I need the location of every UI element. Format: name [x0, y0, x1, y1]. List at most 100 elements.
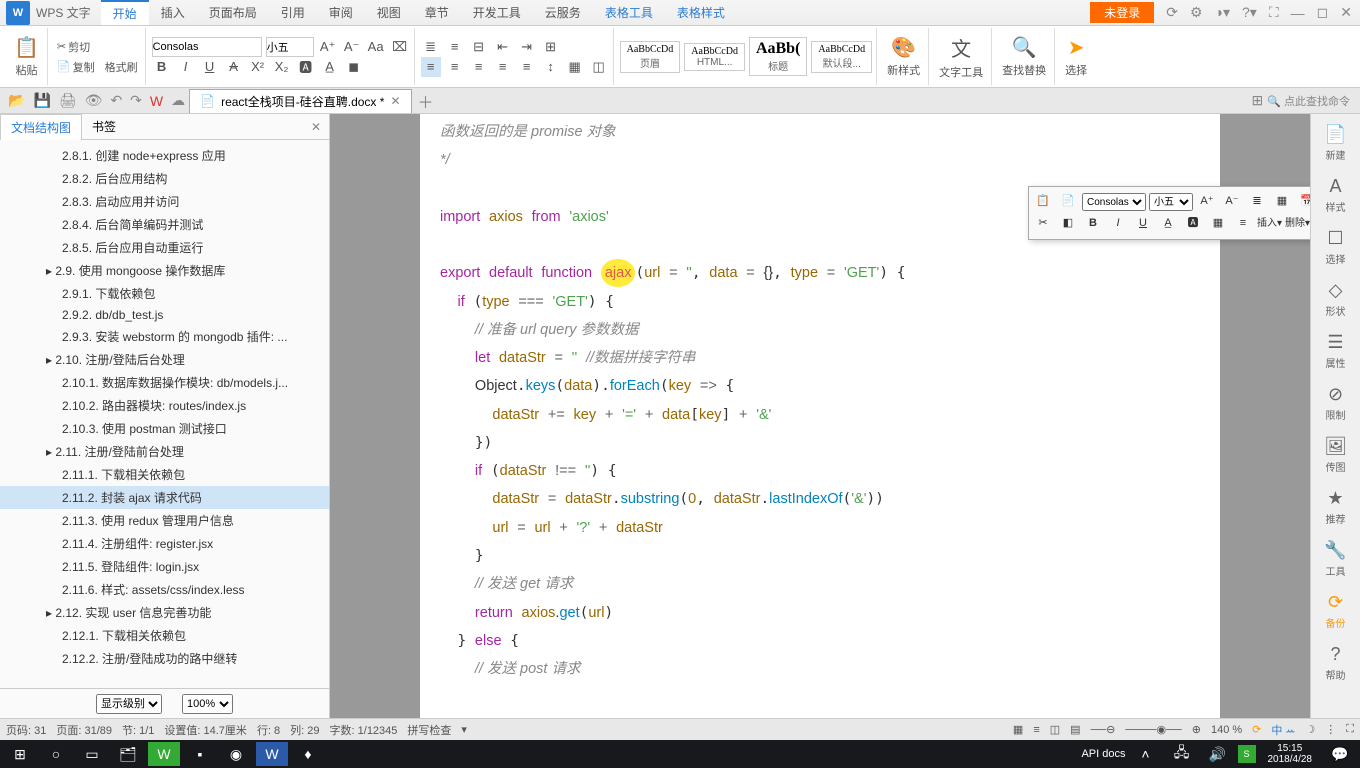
close-icon[interactable]: ✕ [1340, 4, 1352, 21]
text-tool-button[interactable]: 文文字工具 [935, 31, 987, 82]
sb-view3-icon[interactable]: ◫ [1050, 723, 1060, 736]
sb-chars[interactable]: 字数: 1/12345 [330, 722, 398, 738]
tree-item[interactable]: 2.12.2. 注册/登陆成功的路中继转 [0, 647, 329, 670]
print-icon[interactable]: 🖨 [59, 92, 77, 109]
doc-tab-active[interactable]: 📄 react全栈项目-硅谷直聘.docx * ✕ [189, 89, 411, 113]
rp-props[interactable]: ☰属性 [1316, 328, 1356, 374]
bullets-button[interactable]: ≣ [421, 37, 441, 57]
undo-icon[interactable]: ↶ [110, 92, 122, 109]
mini-calendar-icon[interactable]: 📅 [1296, 192, 1310, 212]
highlight-color-button[interactable]: 🅰 [296, 57, 316, 77]
sb-pages[interactable]: 页面: 31/89 [56, 722, 112, 738]
select-button[interactable]: ➤选择 [1061, 33, 1091, 80]
tree-item[interactable]: 2.11.1. 下载相关依赖包 [0, 463, 329, 486]
underline-button[interactable]: U [200, 57, 220, 77]
increase-indent-button[interactable]: ⇥ [517, 37, 537, 57]
sync-icon[interactable]: ⟳ [1166, 4, 1178, 21]
mini-copy-icon[interactable]: 📋 [1032, 192, 1054, 212]
wps-icon[interactable]: W [150, 93, 163, 109]
tree-item[interactable]: 2.11.3. 使用 redux 管理用户信息 [0, 509, 329, 532]
superscript-button[interactable]: X² [248, 57, 268, 77]
font-size-select[interactable] [266, 37, 314, 57]
tree-item[interactable]: 2.8.3. 启动应用并访问 [0, 190, 329, 213]
tree-item[interactable]: ▸ 2.12. 实现 user 信息完善功能 [0, 601, 329, 624]
rp-recommend[interactable]: ★推荐 [1316, 484, 1356, 530]
wps-taskbar-icon[interactable]: W [256, 742, 288, 766]
sb-zoom-out-icon[interactable]: ──⊖ [1091, 723, 1116, 736]
mini-delete-button[interactable]: 删除▾ [1285, 214, 1310, 234]
redo-icon[interactable]: ↷ [130, 92, 142, 109]
sb-ime-icon[interactable]: ⟳ [1252, 723, 1261, 736]
save-icon[interactable]: 💾 [33, 92, 50, 109]
chrome-icon[interactable]: ◉ [220, 742, 252, 766]
mini-align-icon[interactable]: ≡ [1232, 214, 1254, 234]
tree-item[interactable]: 2.8.4. 后台简单编码并测试 [0, 213, 329, 236]
tree-item[interactable]: 2.12.1. 下载相关依赖包 [0, 624, 329, 647]
sb-view1-icon[interactable]: ▦ [1013, 723, 1023, 736]
tree-item[interactable]: 2.9.3. 安装 webstorm 的 mongodb 插件: ... [0, 325, 329, 348]
tree-item[interactable]: 2.10.2. 路由器模块: routes/index.js [0, 394, 329, 417]
italic-button[interactable]: I [176, 57, 196, 77]
style-html[interactable]: AaBbCcDdHTML... [684, 43, 745, 71]
menu-tab-ref[interactable]: 引用 [269, 0, 317, 25]
terminal-icon[interactable]: ▪ [184, 742, 216, 766]
sb-view2-icon[interactable]: ≡ [1033, 724, 1039, 736]
new-style-button[interactable]: 🎨新样式 [883, 33, 924, 80]
menu-tab-tablestyle[interactable]: 表格样式 [665, 0, 737, 25]
menu-tab-dev[interactable]: 开发工具 [461, 0, 533, 25]
menu-tab-section[interactable]: 章节 [413, 0, 461, 25]
taskbar-clock[interactable]: 15:152018/4/28 [1260, 743, 1321, 765]
copy-button[interactable]: 📄 复制 [54, 58, 98, 76]
sb-row[interactable]: 行: 8 [257, 722, 280, 738]
rp-upload[interactable]: 🖼传图 [1316, 432, 1356, 478]
style-title[interactable]: AaBb(标题 [749, 37, 807, 76]
tree-item[interactable]: 2.8.2. 后台应用结构 [0, 167, 329, 190]
notifications-icon[interactable]: 💬 [1324, 742, 1356, 766]
tree-item[interactable]: 2.11.5. 登陆组件: login.jsx [0, 555, 329, 578]
tab-close-icon[interactable]: ✕ [390, 94, 400, 108]
find-replace-button[interactable]: 🔍查找替换 [998, 33, 1050, 80]
tree-item[interactable]: 2.8.1. 创建 node+express 应用 [0, 144, 329, 167]
align-center-button[interactable]: ≡ [445, 57, 465, 77]
sidebar-tab-bookmark[interactable]: 书签 [82, 114, 126, 139]
mini-cut-icon[interactable]: ✂ [1032, 214, 1054, 234]
tree-item[interactable]: 2.9.1. 下载依赖包 [0, 282, 329, 305]
mini-eraser-icon[interactable]: ◧ [1057, 214, 1079, 234]
multilevel-button[interactable]: ⊟ [469, 37, 489, 57]
mini-shrink-icon[interactable]: A⁻ [1221, 192, 1243, 212]
rp-style[interactable]: A样式 [1316, 172, 1356, 218]
decrease-indent-button[interactable]: ⇤ [493, 37, 513, 57]
maximize-icon[interactable]: ◻ [1317, 4, 1329, 21]
tray-ime-icon[interactable]: S [1238, 745, 1256, 763]
sb-fullscreen-icon[interactable]: ⛶ [1346, 723, 1354, 736]
open-icon[interactable]: 📂 [8, 92, 25, 109]
tray-up-icon[interactable]: ˄ [1130, 742, 1162, 766]
mini-table-icon[interactable]: ▦ [1271, 192, 1293, 212]
tree-item[interactable]: 2.11.6. 样式: assets/css/index.less [0, 578, 329, 601]
rp-help[interactable]: ?帮助 [1316, 640, 1356, 686]
mini-insert-button[interactable]: 插入▾ [1257, 214, 1282, 234]
font-color-button[interactable]: A̲ [320, 57, 340, 77]
mini-font-select[interactable]: Consolas [1082, 193, 1146, 211]
menu-tab-insert[interactable]: 插入 [149, 0, 197, 25]
sidebar-zoom[interactable]: 100% [182, 694, 233, 714]
tab-add-icon[interactable]: ＋ [418, 89, 434, 113]
sb-col[interactable]: 列: 29 [290, 722, 319, 738]
font-name-select[interactable] [152, 37, 262, 57]
tree-item[interactable]: 2.11.2. 封装 ajax 请求代码 [0, 486, 329, 509]
cortana-icon[interactable]: ○ [40, 742, 72, 766]
mini-underline-icon[interactable]: U [1132, 214, 1154, 234]
numbering-button[interactable]: ≡ [445, 37, 465, 57]
clear-fmt-icon[interactable]: ⌧ [390, 37, 410, 57]
rp-select[interactable]: ☐选择 [1316, 224, 1356, 270]
sb-view4-icon[interactable]: ▤ [1070, 723, 1080, 736]
menu-tab-view[interactable]: 视图 [365, 0, 413, 25]
gear-icon[interactable]: ⚙ [1190, 4, 1203, 21]
git-icon[interactable]: ♦ [292, 742, 324, 766]
tree-item[interactable]: ▸ 2.9. 使用 mongoose 操作数据库 [0, 259, 329, 282]
style-default[interactable]: AaBbCcDd默认段... [811, 41, 872, 73]
rp-new[interactable]: 📄新建 [1316, 120, 1356, 166]
explorer-icon[interactable]: 🗂 [112, 742, 144, 766]
tree-item[interactable]: 2.11.4. 注册组件: register.jsx [0, 532, 329, 555]
rp-limit[interactable]: ⊘限制 [1316, 380, 1356, 426]
